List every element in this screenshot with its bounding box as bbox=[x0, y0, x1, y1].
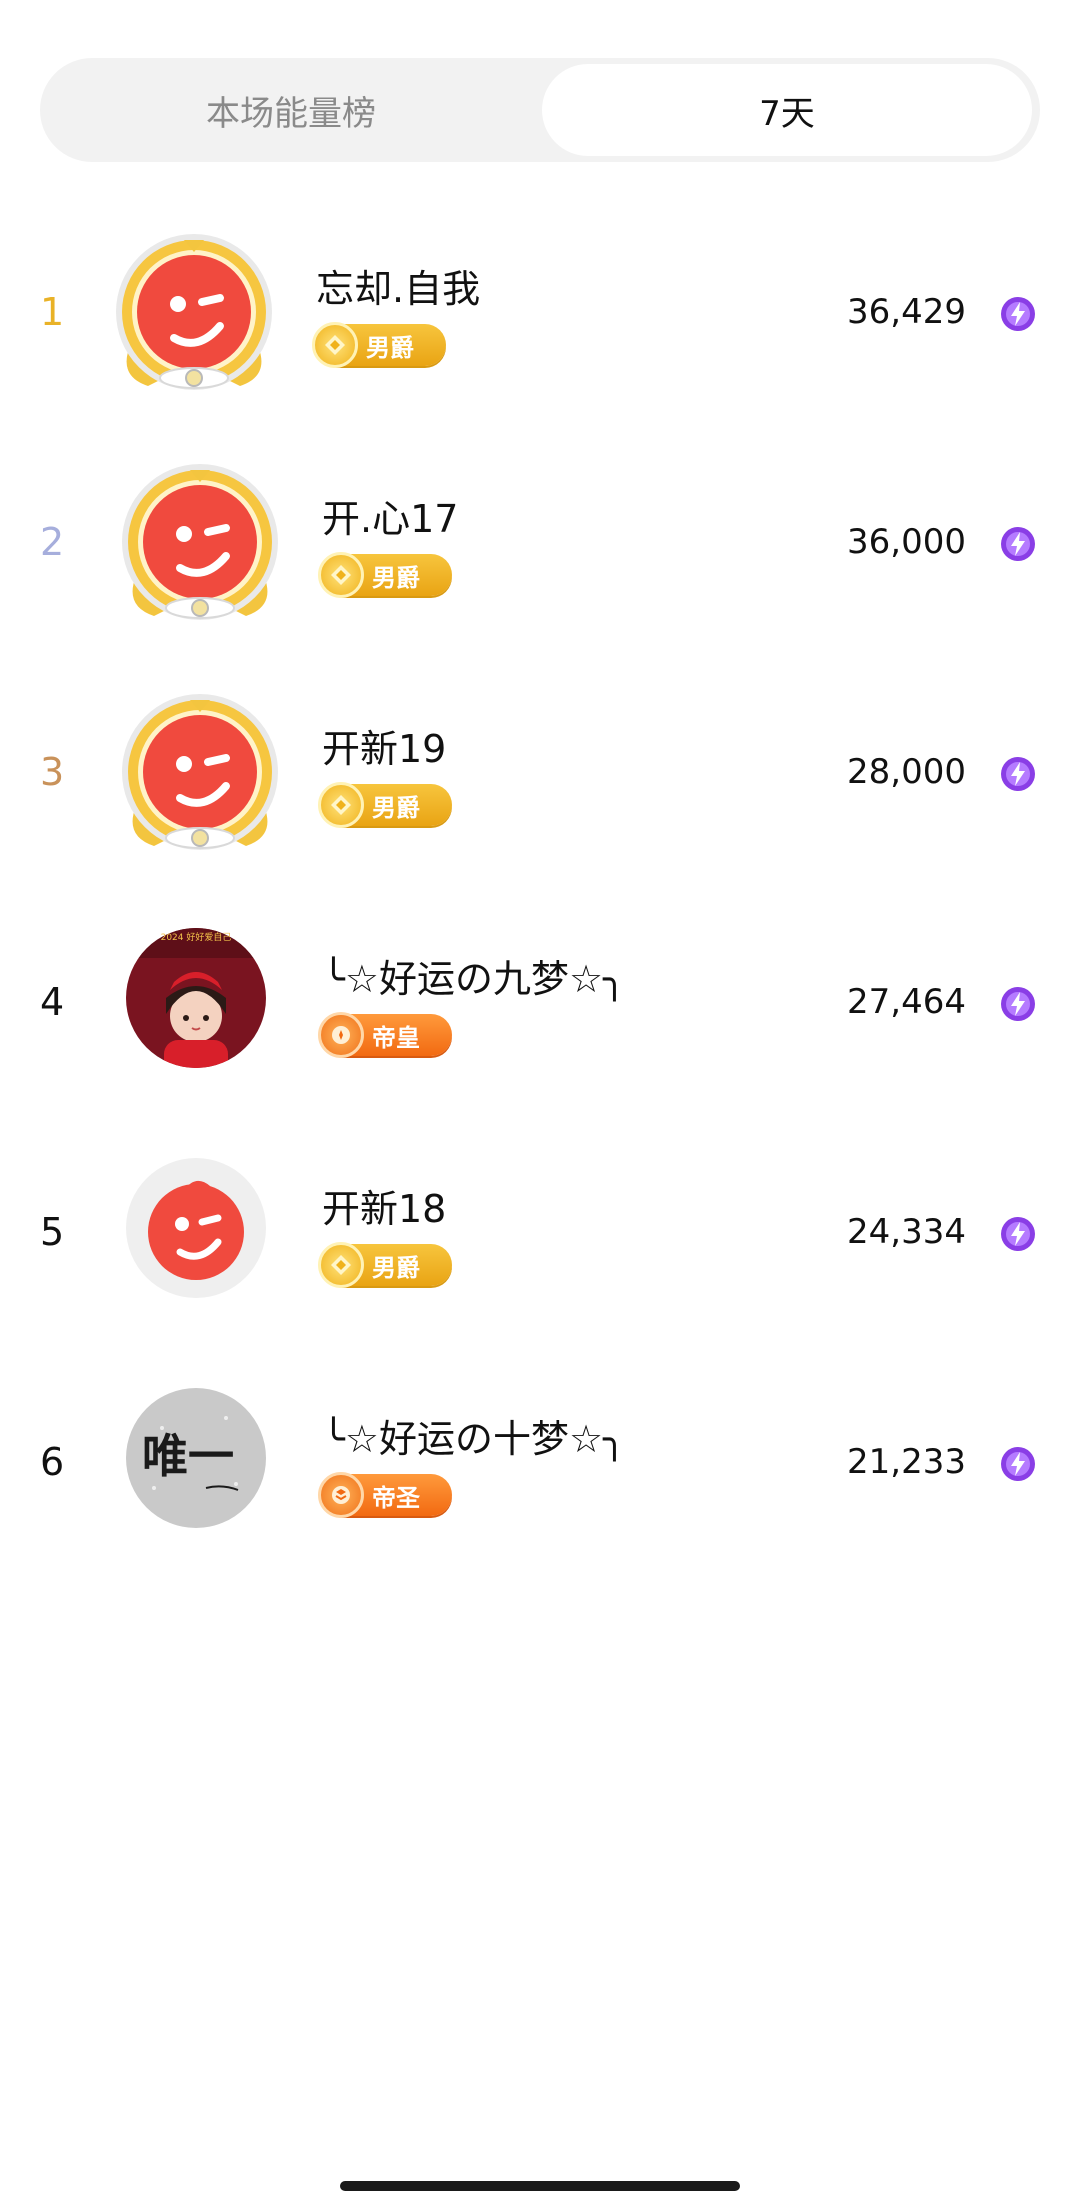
avatar-default bbox=[126, 1158, 266, 1298]
avatar[interactable] bbox=[108, 226, 280, 398]
list-item[interactable]: 6 唯一 ╰☆好运の十梦☆╮ 帝圣 21,233 bbox=[0, 1362, 1080, 1562]
avatar[interactable]: 唯一 bbox=[126, 1388, 266, 1528]
level-badge: 男爵 bbox=[312, 322, 446, 368]
rank-number: 4 bbox=[40, 980, 65, 1024]
avatar-image-calligraphy: 唯一 bbox=[126, 1388, 266, 1528]
user-name: 开.心17 bbox=[322, 497, 459, 541]
avatar-frame-gold bbox=[122, 694, 278, 850]
avatar[interactable]: 2024 好好爱自己 bbox=[126, 928, 266, 1068]
wreath-icon bbox=[318, 1012, 364, 1058]
diamond-icon bbox=[312, 322, 358, 368]
diamond-icon bbox=[318, 552, 364, 598]
avatar[interactable] bbox=[114, 456, 286, 628]
avatar[interactable] bbox=[126, 1158, 266, 1298]
list-item[interactable]: 4 2024 好好爱自己 ╰☆好运の九梦☆╮ 帝皇 27,464 bbox=[0, 902, 1080, 1102]
level-badge: 男爵 bbox=[318, 552, 452, 598]
user-name: 忘却.自我 bbox=[316, 267, 481, 311]
tab-session-energy[interactable]: 本场能量榜 bbox=[46, 64, 536, 156]
energy-bolt-icon bbox=[1000, 526, 1036, 562]
user-name: 开新19 bbox=[322, 727, 447, 771]
energy-score: 27,464 bbox=[847, 982, 966, 1022]
energy-bolt-icon bbox=[1000, 296, 1036, 332]
rank-number: 6 bbox=[40, 1440, 65, 1484]
list-item[interactable]: 1 忘却.自我 男爵 36,429 bbox=[0, 212, 1080, 412]
avatar-image-girl: 2024 好好爱自己 bbox=[126, 928, 266, 1068]
list-item[interactable]: 3 开新19 男爵 28,000 bbox=[0, 672, 1080, 872]
rank-number: 5 bbox=[40, 1210, 65, 1254]
svg-text:唯一: 唯一 bbox=[142, 1429, 234, 1483]
level-badge: 男爵 bbox=[318, 782, 452, 828]
avatar-frame-gold bbox=[116, 234, 272, 390]
user-name: 开新18 bbox=[322, 1187, 447, 1231]
energy-score: 36,000 bbox=[847, 522, 966, 562]
level-badge: 男爵 bbox=[318, 1242, 452, 1288]
energy-bolt-icon bbox=[1000, 1216, 1036, 1252]
energy-bolt-icon bbox=[1000, 756, 1036, 792]
user-name: ╰☆好运の九梦☆╮ bbox=[322, 957, 626, 1001]
home-indicator[interactable] bbox=[340, 2181, 740, 2191]
energy-score: 24,334 bbox=[847, 1212, 966, 1252]
energy-score: 36,429 bbox=[847, 292, 966, 332]
rank-number: 2 bbox=[40, 520, 65, 564]
svg-text:2024 好好爱自己: 2024 好好爱自己 bbox=[161, 931, 232, 943]
diamond-icon bbox=[318, 1242, 364, 1288]
energy-score: 21,233 bbox=[847, 1442, 966, 1482]
crown-stack-icon bbox=[318, 1472, 364, 1518]
rank-number: 1 bbox=[40, 290, 65, 334]
level-badge: 帝圣 bbox=[318, 1472, 452, 1518]
level-badge: 帝皇 bbox=[318, 1012, 452, 1058]
list-item[interactable]: 5 开新18 男爵 24,334 bbox=[0, 1132, 1080, 1332]
diamond-icon bbox=[318, 782, 364, 828]
avatar[interactable] bbox=[114, 686, 286, 858]
leaderboard-tabs: 本场能量榜 7天 bbox=[40, 58, 1040, 162]
tab-7-days[interactable]: 7天 bbox=[542, 64, 1032, 156]
list-item[interactable]: 2 开.心17 男爵 36,000 bbox=[0, 442, 1080, 642]
user-name: ╰☆好运の十梦☆╮ bbox=[322, 1417, 626, 1461]
energy-bolt-icon bbox=[1000, 1446, 1036, 1482]
energy-score: 28,000 bbox=[847, 752, 966, 792]
energy-bolt-icon bbox=[1000, 986, 1036, 1022]
rank-number: 3 bbox=[40, 750, 65, 794]
avatar-frame-gold bbox=[122, 464, 278, 620]
